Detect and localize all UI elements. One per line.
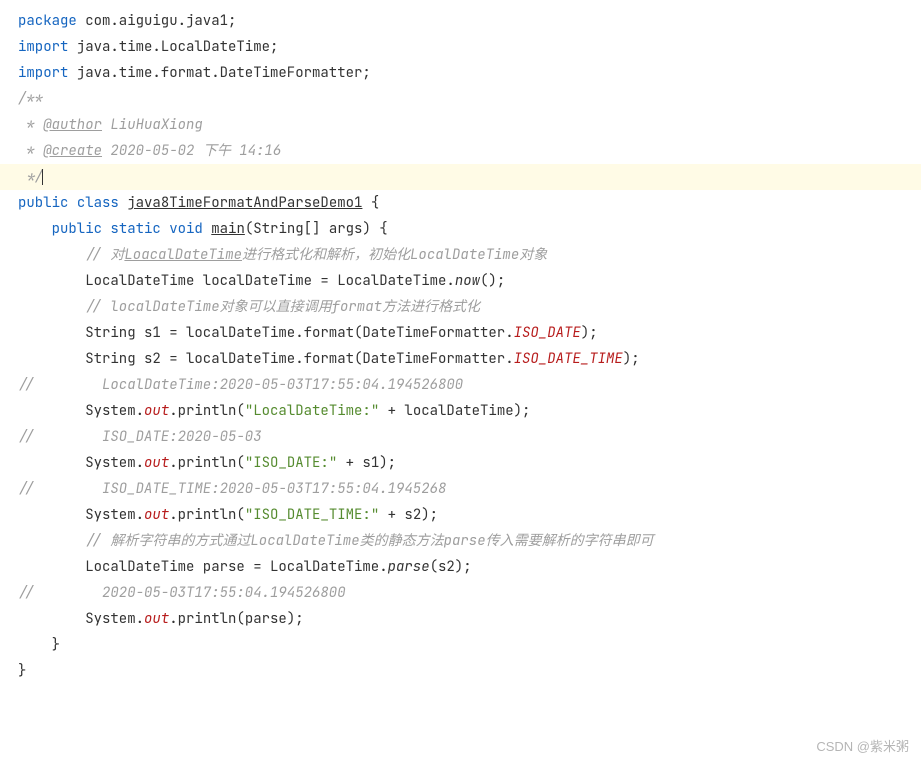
code-line: System.out.println("ISO_DATE:" + s1); <box>0 450 921 476</box>
code-line: String s2 = localDateTime.format(DateTim… <box>0 346 921 372</box>
code-line: import java.time.format.DateTimeFormatte… <box>0 60 921 86</box>
code-line: LocalDateTime parse = LocalDateTime.pars… <box>0 554 921 580</box>
code-line: public class java8TimeFormatAndParseDemo… <box>0 190 921 216</box>
code-editor: package com.aiguigu.java1; import java.t… <box>0 8 921 684</box>
code-line: * @author LiuHuaXiong <box>0 112 921 138</box>
code-line: String s1 = localDateTime.format(DateTim… <box>0 320 921 346</box>
code-line: public static void main(String[] args) { <box>0 216 921 242</box>
code-line: LocalDateTime localDateTime = LocalDateT… <box>0 268 921 294</box>
code-line: // 2020-05-03T17:55:04.194526800 <box>0 580 921 606</box>
code-line: /** <box>0 86 921 112</box>
code-line: import java.time.LocalDateTime; <box>0 34 921 60</box>
code-line: System.out.println(parse); <box>0 606 921 632</box>
code-line: // 对LoacalDateTime进行格式化和解析，初始化LocalDateT… <box>0 242 921 268</box>
caret-icon <box>42 169 43 185</box>
code-line: // ISO_DATE:2020-05-03 <box>0 424 921 450</box>
code-line: * @create 2020-05-02 下午 14:16 <box>0 138 921 164</box>
code-line: } <box>0 658 921 684</box>
code-line: System.out.println("LocalDateTime:" + lo… <box>0 398 921 424</box>
code-line: // localDateTime对象可以直接调用format方法进行格式化 <box>0 294 921 320</box>
code-line: } <box>0 632 921 658</box>
code-line: System.out.println("ISO_DATE_TIME:" + s2… <box>0 502 921 528</box>
watermark: CSDN @紫米粥 <box>816 734 909 760</box>
code-line-caret[interactable]: */ <box>0 164 921 190</box>
code-line: package com.aiguigu.java1; <box>0 8 921 34</box>
code-line: // 解析字符串的方式通过LocalDateTime类的静态方法parse传入需… <box>0 528 921 554</box>
code-line: // LocalDateTime:2020-05-03T17:55:04.194… <box>0 372 921 398</box>
code-line: // ISO_DATE_TIME:2020-05-03T17:55:04.194… <box>0 476 921 502</box>
